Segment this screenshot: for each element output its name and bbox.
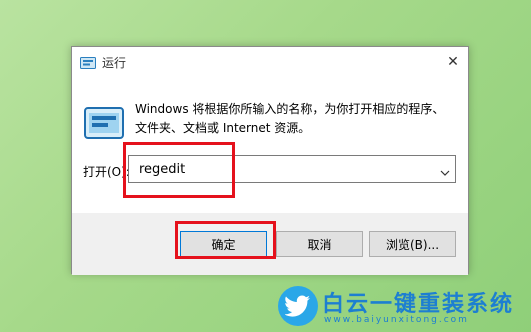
run-app-icon (84, 105, 124, 141)
highlight-box-ok (175, 221, 276, 259)
watermark: 白云一键重装系统 www.baiyunxitong.com (278, 286, 523, 326)
run-app-icon (80, 55, 96, 69)
cancel-button[interactable]: 取消 (276, 231, 363, 257)
close-icon: ✕ (447, 54, 459, 70)
watermark-title: 白云一键重装系统 (322, 292, 515, 317)
twitter-bird-icon (278, 286, 318, 326)
close-button[interactable]: ✕ (438, 47, 468, 77)
chevron-down-icon[interactable] (439, 164, 451, 176)
window-title: 运行 (102, 56, 127, 70)
browse-button[interactable]: 浏览(B)... (369, 231, 456, 257)
description-text: Windows 将根据你所输入的名称，为你打开相应的程序、文件夹、文档或 Int… (135, 102, 445, 135)
title-bar[interactable]: 运行 ✕ (72, 47, 468, 77)
highlight-box-input (123, 142, 235, 198)
watermark-url: www.baiyunxitong.com (324, 315, 469, 325)
